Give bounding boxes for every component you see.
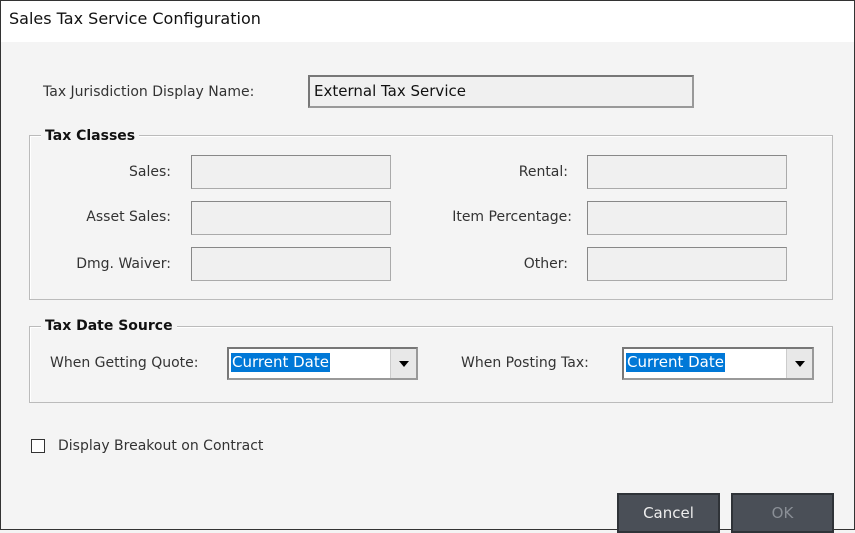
quote-date-value: Current Date bbox=[231, 353, 330, 372]
posting-date-value: Current Date bbox=[626, 353, 725, 372]
jurisdiction-input[interactable]: External Tax Service bbox=[308, 75, 694, 108]
jurisdiction-value: External Tax Service bbox=[314, 82, 466, 100]
dialog-window: Sales Tax Service Configuration Tax Juri… bbox=[0, 0, 855, 533]
chevron-down-icon[interactable] bbox=[390, 349, 416, 378]
rental-label: Rental: bbox=[518, 164, 568, 180]
ok-button[interactable]: OK bbox=[731, 493, 834, 533]
posting-label: When Posting Tax: bbox=[461, 355, 589, 371]
tax-date-source-legend: Tax Date Source bbox=[41, 318, 177, 334]
quote-date-select[interactable]: Current Date bbox=[227, 347, 418, 380]
breakout-label[interactable]: Display Breakout on Contract bbox=[58, 438, 263, 454]
other-label: Other: bbox=[523, 256, 568, 272]
rental-input[interactable] bbox=[587, 155, 787, 189]
asset-sales-input[interactable] bbox=[191, 201, 391, 235]
jurisdiction-label: Tax Jurisdiction Display Name: bbox=[43, 84, 255, 100]
title-bar: Sales Tax Service Configuration bbox=[1, 1, 854, 42]
sales-input[interactable] bbox=[191, 155, 391, 189]
breakout-checkbox[interactable] bbox=[31, 439, 45, 453]
sales-label: Sales: bbox=[129, 164, 171, 180]
posting-date-select[interactable]: Current Date bbox=[622, 347, 814, 380]
dmg-waiver-input[interactable] bbox=[191, 247, 391, 281]
dmg-waiver-label: Dmg. Waiver: bbox=[76, 256, 171, 272]
cancel-button[interactable]: Cancel bbox=[617, 493, 720, 533]
other-input[interactable] bbox=[587, 247, 787, 281]
window-title: Sales Tax Service Configuration bbox=[9, 9, 261, 28]
item-percentage-input[interactable] bbox=[587, 201, 787, 235]
asset-sales-label: Asset Sales: bbox=[86, 209, 171, 225]
quote-label: When Getting Quote: bbox=[50, 355, 199, 371]
tax-classes-legend: Tax Classes bbox=[41, 128, 140, 144]
item-percentage-label: Item Percentage: bbox=[452, 209, 572, 225]
chevron-down-icon[interactable] bbox=[786, 349, 812, 378]
